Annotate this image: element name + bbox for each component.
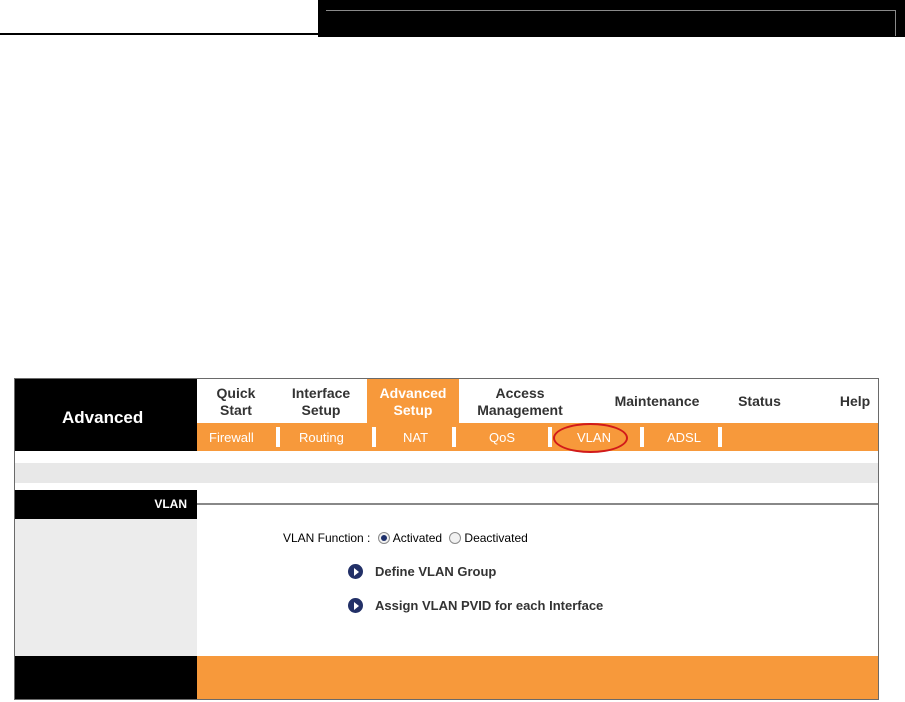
nav-label-line2: Setup xyxy=(393,402,433,418)
subnav-routing[interactable]: Routing xyxy=(299,430,344,445)
subnav-separator xyxy=(276,427,280,447)
header-rule xyxy=(0,33,318,35)
brand-label: Advanced xyxy=(62,408,144,427)
footer-left xyxy=(15,656,197,699)
arrow-right-icon xyxy=(348,598,363,613)
radio-activated[interactable] xyxy=(377,532,390,544)
nav-label-line1: Quick xyxy=(216,385,256,401)
nav-label-line1: Access xyxy=(495,385,545,401)
footer-bar xyxy=(197,656,878,699)
nav-quick-start[interactable]: Quick Start xyxy=(197,379,275,423)
spacer-band xyxy=(15,463,878,483)
subnav-adsl[interactable]: ADSL xyxy=(667,430,701,445)
subnav-firewall[interactable]: Firewall xyxy=(209,430,254,445)
brand-panel: Advanced xyxy=(15,379,197,451)
nav-label-line1: Interface xyxy=(291,385,351,401)
arrow-right-icon xyxy=(348,564,363,579)
section-header: VLAN xyxy=(15,490,197,519)
nav-label-line1: Advanced xyxy=(379,385,447,401)
subnav-separator xyxy=(640,427,644,447)
nav-help[interactable]: Help xyxy=(832,379,878,423)
subnav-separator xyxy=(718,427,722,447)
subnav-nat[interactable]: NAT xyxy=(403,430,428,445)
assign-vlan-pvid-label: Assign VLAN PVID for each Interface xyxy=(375,598,604,613)
nav-maintenance[interactable]: Maintenance xyxy=(597,379,717,423)
nav-status[interactable]: Status xyxy=(727,379,792,423)
router-admin-screenshot: Advanced Quick Start Interface Setup Adv… xyxy=(14,378,879,700)
nav-label-line2: Start xyxy=(220,402,252,418)
header-banner-outline xyxy=(326,10,896,36)
radio-activated-label[interactable]: Activated xyxy=(393,531,442,545)
define-vlan-group-label: Define VLAN Group xyxy=(375,564,497,579)
side-panel xyxy=(15,519,197,656)
define-vlan-group-link[interactable]: Define VLAN Group xyxy=(348,564,496,579)
main-nav: Quick Start Interface Setup Advanced Set… xyxy=(197,379,878,423)
subnav-separator xyxy=(452,427,456,447)
subnav-separator xyxy=(548,427,552,447)
highlight-circle xyxy=(553,423,628,453)
section-title: VLAN xyxy=(154,497,187,511)
radio-deactivated[interactable] xyxy=(449,532,462,544)
section-divider xyxy=(197,503,878,505)
radio-deactivated-label[interactable]: Deactivated xyxy=(464,531,527,545)
subnav-separator xyxy=(372,427,376,447)
vlan-function-label: VLAN Function : xyxy=(283,531,371,545)
nav-advanced-setup[interactable]: Advanced Setup xyxy=(367,379,459,423)
nav-interface-setup[interactable]: Interface Setup xyxy=(275,379,367,423)
subnav-qos[interactable]: QoS xyxy=(489,430,515,445)
nav-label-line2: Setup xyxy=(301,402,341,418)
nav-access-management[interactable]: Access Management xyxy=(459,379,581,423)
assign-vlan-pvid-link[interactable]: Assign VLAN PVID for each Interface xyxy=(348,598,603,613)
nav-label-line2: Management xyxy=(477,402,563,418)
sub-nav: Firewall Routing NAT QoS VLAN ADSL xyxy=(197,423,878,453)
vlan-function-row: VLAN Function : Activated Deactivated xyxy=(283,531,528,545)
